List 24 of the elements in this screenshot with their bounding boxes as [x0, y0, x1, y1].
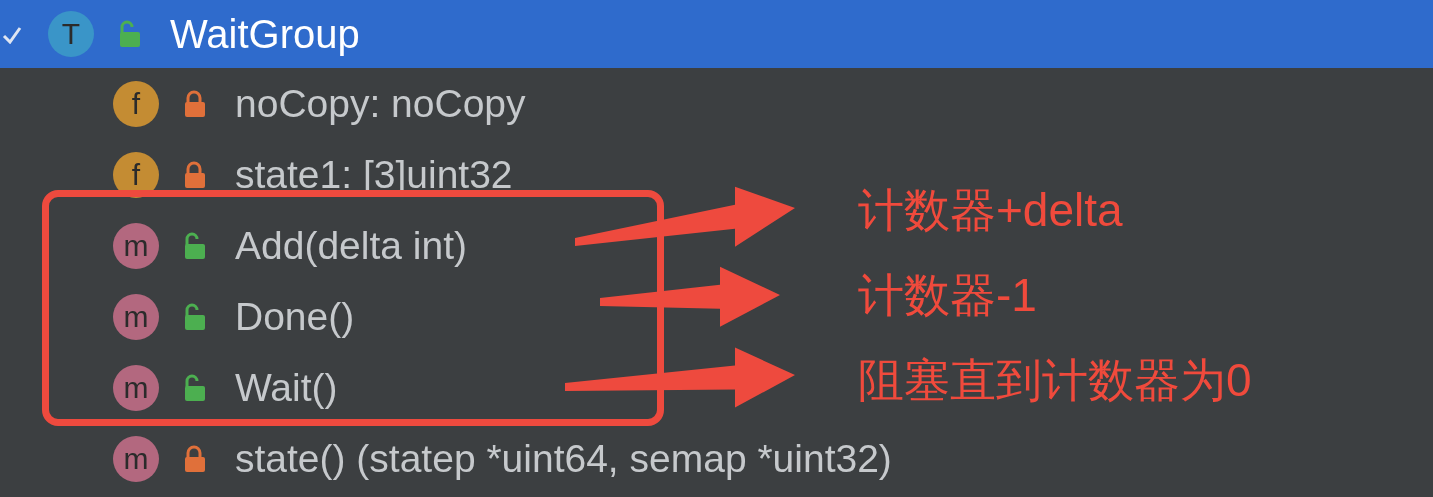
badge-icon: m	[113, 293, 159, 340]
badge-icon: f	[113, 80, 159, 127]
tree-label: Wait()	[235, 365, 338, 410]
tree-item[interactable]: m Add(delta int)	[113, 210, 467, 281]
tree-item[interactable]: m state() (statep *uint64, semap *uint32)	[113, 423, 892, 494]
badge-icon: T	[48, 11, 94, 57]
tree-label: state1: [3]uint32	[235, 152, 513, 197]
badge-icon: m	[113, 222, 159, 269]
tree-label: Add(delta int)	[235, 223, 467, 268]
tree-label: noCopy: noCopy	[235, 81, 526, 126]
tree-label: state() (statep *uint64, semap *uint32)	[235, 436, 892, 481]
chevron-icon[interactable]	[2, 24, 22, 44]
tree-row[interactable]: T WaitGroup	[0, 0, 1433, 68]
annotation-label: 阻塞直到计数器为0	[858, 353, 1252, 408]
tree-item[interactable]: f state1: [3]uint32	[113, 139, 513, 210]
annotation-label: 计数器+delta	[858, 183, 1123, 238]
badge-icon: m	[113, 435, 159, 482]
tree-label: Done()	[235, 294, 355, 339]
tree-label: WaitGroup	[170, 11, 360, 57]
badge-icon: m	[113, 364, 159, 411]
tree-item[interactable]: f noCopy: noCopy	[113, 68, 526, 139]
tree-item[interactable]: m Done()	[113, 281, 355, 352]
tree-item[interactable]: m Wait()	[113, 352, 338, 423]
annotation-label: 计数器-1	[858, 268, 1037, 323]
